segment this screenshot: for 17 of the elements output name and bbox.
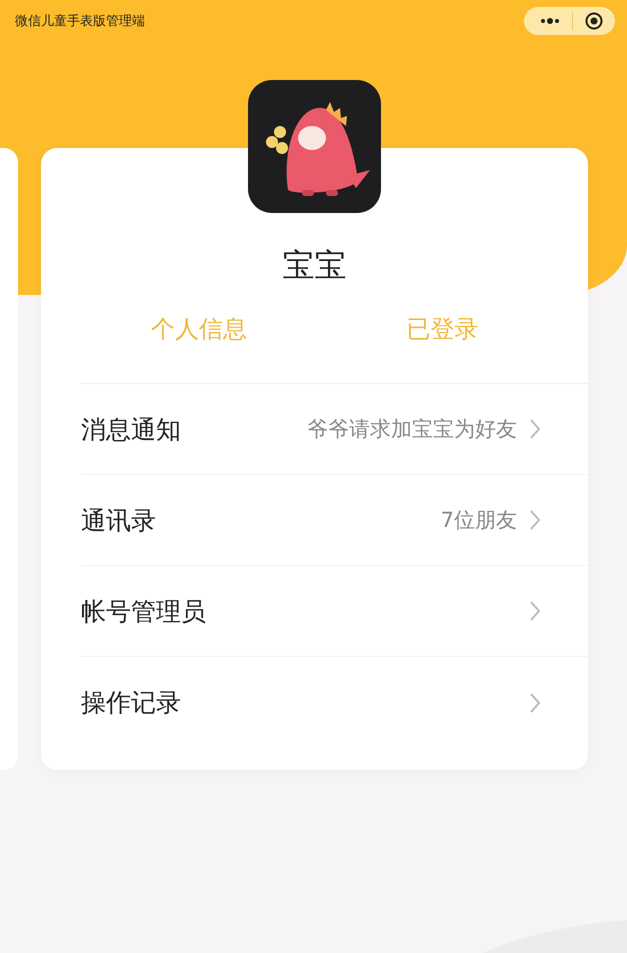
chevron-right-icon [529, 600, 541, 622]
more-icon[interactable] [540, 18, 560, 24]
menu-item[interactable]: 帐号管理员 [81, 566, 588, 657]
child-name: 宝宝 [282, 245, 346, 285]
menu-value: 7位朋友 [440, 507, 517, 534]
menu-label: 操作记录 [81, 687, 182, 719]
menu-item[interactable]: 消息通知 爷爷请求加宝宝为好友 [81, 384, 588, 475]
app-title: 微信儿童手表版管理端 [15, 12, 145, 30]
menu-label: 消息通知 [81, 414, 182, 446]
menu-label: 通讯录 [81, 504, 157, 536]
menu-item[interactable]: 操作记录 [81, 657, 588, 748]
chevron-right-icon [529, 418, 541, 440]
menu-value: 爷爷请求加宝宝为好友 [307, 416, 517, 443]
menu-label: 帐号管理员 [81, 596, 207, 628]
chevron-right-icon [529, 692, 541, 714]
menu-item[interactable]: 通讯录 7位朋友 [81, 475, 588, 566]
chevron-right-icon [529, 509, 541, 531]
